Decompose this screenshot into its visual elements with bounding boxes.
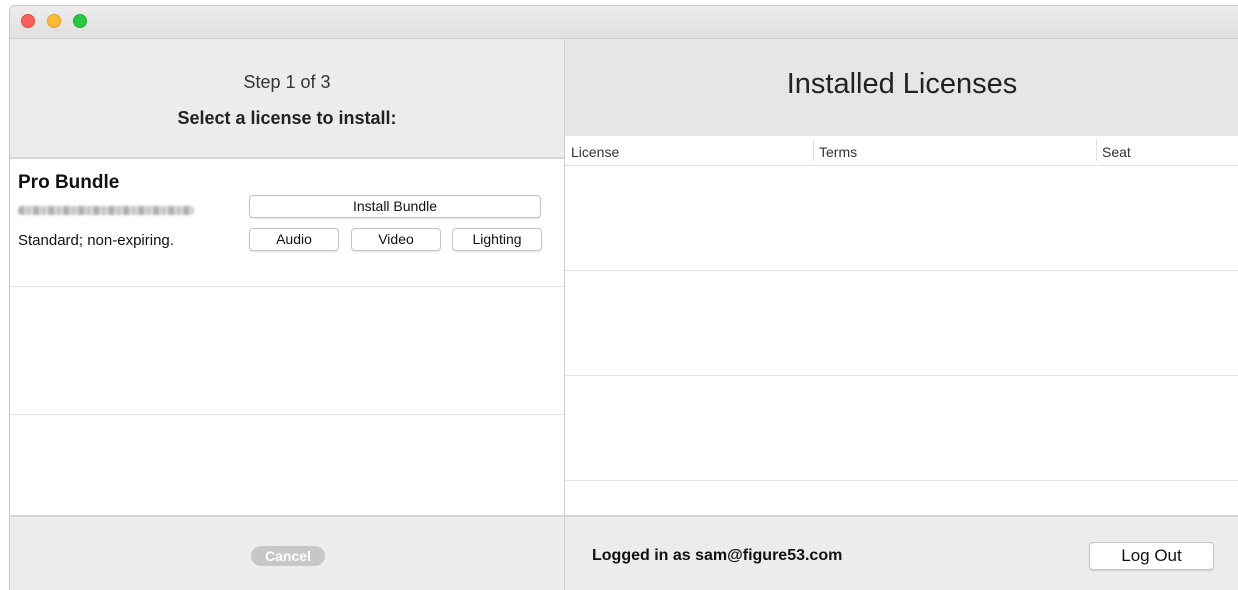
log-out-button[interactable]: Log Out xyxy=(1089,542,1214,570)
title-bar xyxy=(10,6,1238,39)
table-row[interactable] xyxy=(565,166,1238,271)
column-header-license[interactable]: License xyxy=(571,144,619,160)
wizard-footer: Cancel xyxy=(10,515,564,590)
license-selection-pane: Step 1 of 3 Select a license to install:… xyxy=(10,39,564,590)
wizard-header: Step 1 of 3 Select a license to install: xyxy=(10,39,564,159)
list-item xyxy=(10,415,564,515)
minimize-window-button[interactable] xyxy=(47,14,61,28)
table-row[interactable] xyxy=(565,271,1238,376)
select-license-prompt: Select a license to install: xyxy=(177,108,397,128)
install-bundle-button[interactable]: Install Bundle xyxy=(249,195,541,218)
zoom-window-button[interactable] xyxy=(73,14,87,28)
license-key-redacted xyxy=(18,206,194,215)
install-lighting-button[interactable]: Lighting xyxy=(452,228,542,251)
column-header-terms[interactable]: Terms xyxy=(819,144,857,160)
step-indicator: Step 1 of 3 xyxy=(243,72,331,92)
available-license-list: Pro Bundle Standard; non-expiring. Insta… xyxy=(10,159,564,515)
installed-header: Installed Licenses xyxy=(565,39,1238,136)
cancel-button[interactable]: Cancel xyxy=(251,546,325,566)
install-audio-button[interactable]: Audio xyxy=(249,228,339,251)
license-terms: Standard; non-expiring. xyxy=(18,232,174,249)
license-window: Step 1 of 3 Select a license to install:… xyxy=(9,5,1238,590)
table-row[interactable] xyxy=(565,376,1238,481)
list-item xyxy=(10,287,564,415)
account-footer: Logged in as sam@figure53.com Log Out xyxy=(565,515,1238,590)
installed-licenses-pane: Installed Licenses License Terms Seat Lo… xyxy=(565,39,1238,590)
list-item: Pro Bundle Standard; non-expiring. Insta… xyxy=(10,159,564,287)
logged-in-status: Logged in as sam@figure53.com xyxy=(592,547,843,564)
column-divider[interactable] xyxy=(813,139,814,161)
install-video-button[interactable]: Video xyxy=(351,228,441,251)
license-name: Pro Bundle xyxy=(18,172,120,193)
installed-table-header: License Terms Seat xyxy=(565,136,1238,166)
installed-licenses-title: Installed Licenses xyxy=(786,68,1018,100)
column-divider[interactable] xyxy=(1096,139,1097,161)
column-header-seat[interactable]: Seat xyxy=(1102,144,1131,160)
close-window-button[interactable] xyxy=(21,14,35,28)
